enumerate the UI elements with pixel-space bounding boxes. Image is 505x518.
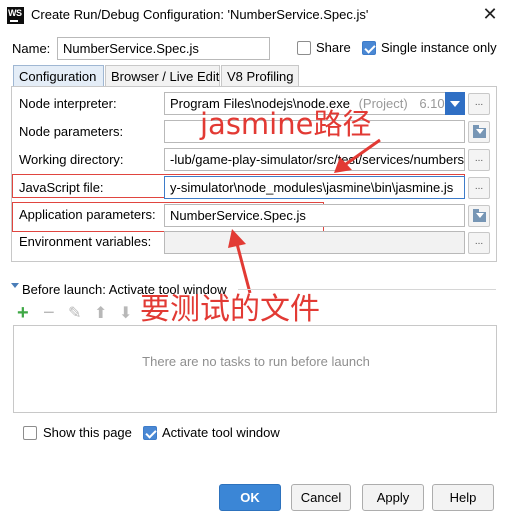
- empty-tasks-text: There are no tasks to run before launch: [142, 354, 370, 369]
- activate-tool-window-label: Activate tool window: [162, 425, 280, 440]
- collapse-chevron-icon[interactable]: [11, 283, 19, 288]
- ok-button[interactable]: OK: [219, 484, 281, 511]
- activate-tool-window-checkbox[interactable]: [143, 426, 157, 440]
- move-up-icon[interactable]: ⬆: [94, 306, 107, 322]
- cancel-button[interactable]: Cancel: [291, 484, 351, 511]
- arrow-to-app-params: [228, 229, 252, 294]
- move-down-icon[interactable]: ⬇: [119, 306, 132, 322]
- annotation-arrows: [228, 138, 381, 294]
- show-this-page-checkbox[interactable]: [23, 426, 37, 440]
- add-icon[interactable]: +: [17, 303, 29, 323]
- remove-icon[interactable]: −: [43, 303, 55, 323]
- arrow-to-js-file: [334, 138, 381, 173]
- divider: [238, 289, 496, 290]
- help-button[interactable]: Help: [432, 484, 494, 511]
- before-launch-task-list[interactable]: There are no tasks to run before launch: [13, 325, 497, 413]
- before-launch-title: Before launch: Activate tool window: [22, 282, 227, 297]
- apply-button[interactable]: Apply: [362, 484, 424, 511]
- edit-icon[interactable]: ✎: [68, 306, 81, 322]
- show-this-page-label: Show this page: [43, 425, 132, 440]
